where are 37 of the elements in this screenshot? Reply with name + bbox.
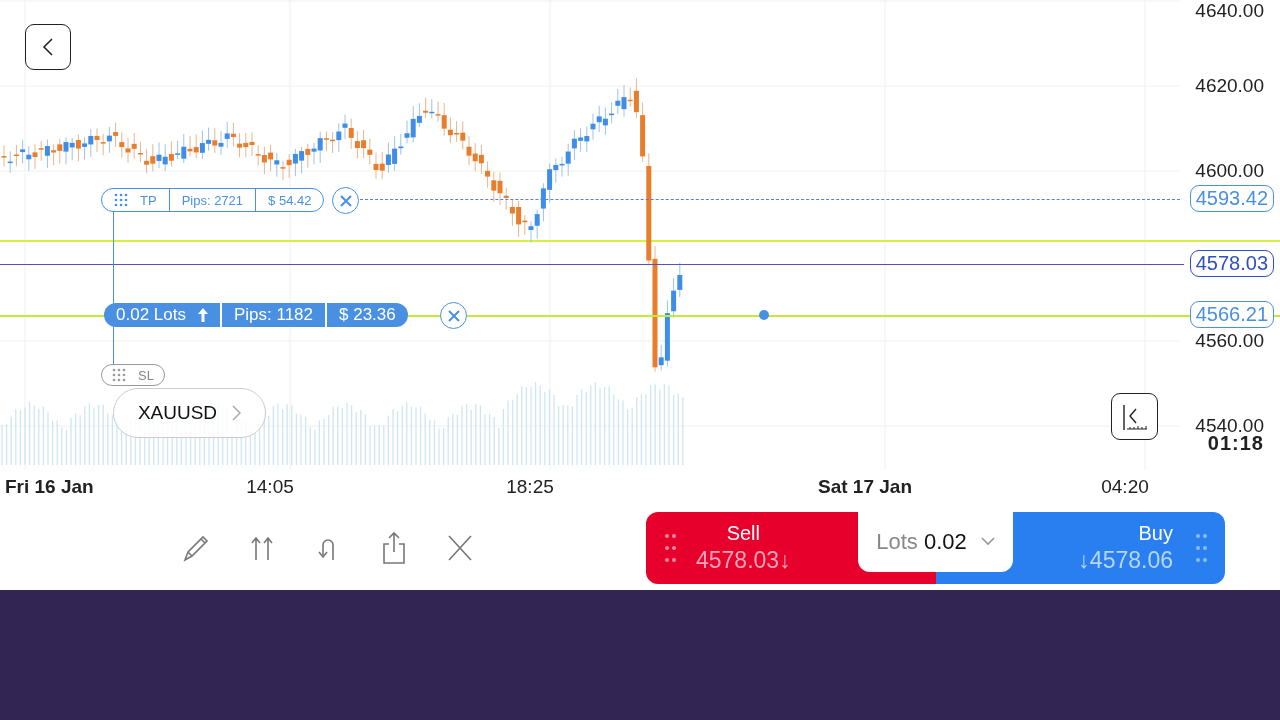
symbol-button[interactable]: XAUUSD [113,388,266,438]
chevron-down-icon [980,537,995,546]
price-label: 4593.42 [1189,184,1274,212]
marker-dot [759,310,769,320]
price-tick: 4640.00 [1195,0,1264,22]
pips-text: Pips: 2721 [168,189,256,211]
tag-label: TP [140,192,157,208]
scroll-to-latest-button[interactable] [1111,393,1158,440]
stop-loss-tag[interactable]: SL [101,364,165,386]
price-tick: 4620.00 [1195,75,1264,97]
lots-text: 0.02 Lots [116,305,186,325]
price-tick: 4560.00 [1195,330,1264,352]
amount-text: $ 23.36 [325,303,408,327]
grip-icon [1195,532,1207,563]
arrow-up-icon [197,308,208,322]
time-label: Fri 16 Jan [5,476,94,498]
time-label: Sat 17 Jan [818,476,912,498]
chevron-right-icon [231,405,242,421]
grip-icon [664,532,676,563]
grip-icon [112,368,126,382]
price-label: 4566.21 [1189,300,1274,328]
position-tag[interactable]: 0.02 Lots Pips: 1182 $ 23.36 [104,303,408,327]
chevron-left-icon [42,38,54,56]
take-profit-tag[interactable]: TP Pips: 2721 $ 54.42 [101,188,325,212]
grip-icon [114,193,128,207]
lots-dropdown[interactable]: Lots 0.02 [858,511,1013,572]
time-label: 18:25 [506,476,554,498]
close-icon[interactable] [332,187,359,214]
close-icon[interactable] [440,302,467,329]
time-label: 14:05 [246,476,294,498]
price-label: 4578.03 [1189,250,1274,278]
amount-text: $ 54.42 [255,189,324,211]
price-tick: 4600.00 [1195,160,1264,182]
pips-text: Pips: 1182 [219,303,326,327]
time-label: 04:20 [1101,476,1149,498]
tag-label: SL [138,367,154,383]
back-button[interactable] [25,24,71,70]
